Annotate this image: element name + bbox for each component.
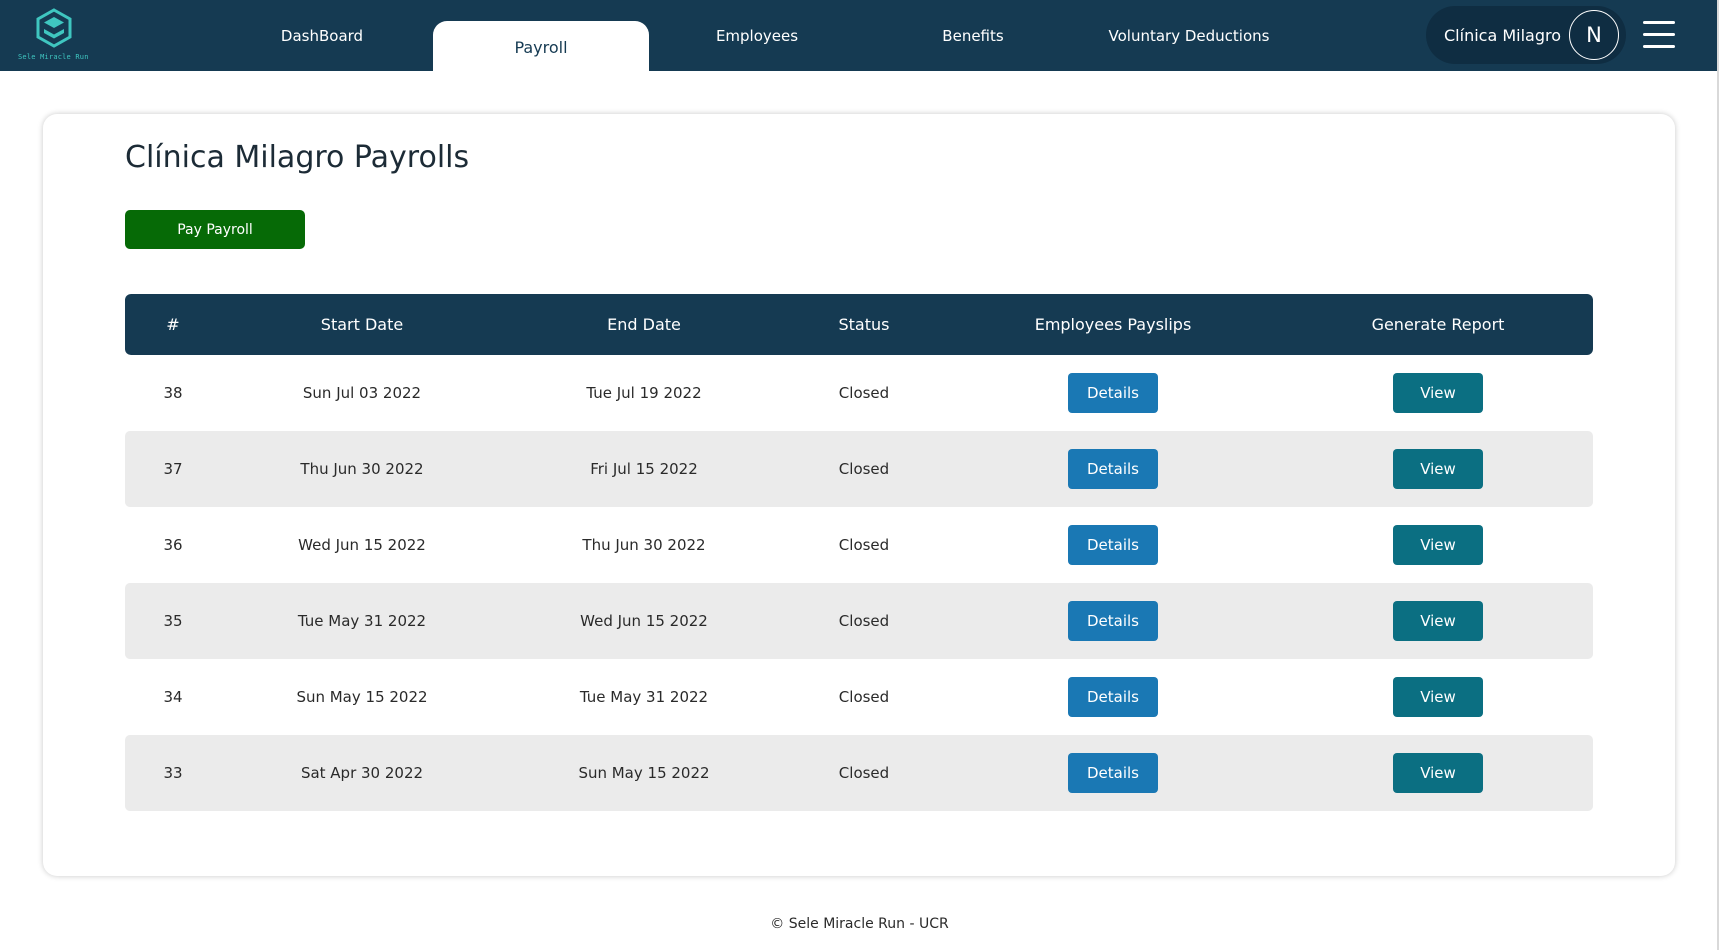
- row-start-date: Sat Apr 30 2022: [300, 764, 424, 782]
- nav-benefits[interactable]: Benefits: [865, 0, 1081, 71]
- header-number: #: [166, 315, 180, 334]
- row-status: Closed: [838, 688, 890, 706]
- nav-payroll[interactable]: Payroll: [433, 21, 649, 71]
- nav-dashboard[interactable]: DashBoard: [214, 0, 430, 71]
- row-number: 35: [163, 612, 183, 630]
- details-button[interactable]: Details: [1068, 525, 1158, 565]
- view-report-button[interactable]: View: [1393, 601, 1483, 641]
- details-button[interactable]: Details: [1068, 677, 1158, 717]
- details-button[interactable]: Details: [1068, 753, 1158, 793]
- header-start-date: Start Date: [320, 315, 404, 334]
- view-report-button[interactable]: View: [1393, 753, 1483, 793]
- row-start-date: Thu Jun 30 2022: [300, 460, 424, 478]
- pay-payroll-button[interactable]: Pay Payroll: [125, 210, 305, 249]
- header-end-date: End Date: [607, 315, 681, 334]
- row-status: Closed: [838, 384, 890, 402]
- hamburger-icon[interactable]: [1643, 21, 1675, 49]
- details-button[interactable]: Details: [1068, 601, 1158, 641]
- table-row: 35 Tue May 31 2022 Wed Jun 15 2022 Close…: [125, 583, 1593, 659]
- company-name: Clínica Milagro: [1444, 25, 1562, 45]
- row-start-date: Tue May 31 2022: [297, 612, 427, 630]
- payrolls-table: # Start Date End Date Status Employees P…: [125, 294, 1593, 811]
- table-row: 34 Sun May 15 2022 Tue May 31 2022 Close…: [125, 659, 1593, 735]
- row-start-date: Sun Jul 03 2022: [302, 384, 422, 402]
- brand-logo[interactable]: Sele Miracle Run: [14, 8, 94, 64]
- payroll-page: Sele Miracle Run DashBoard Payroll Emplo…: [0, 0, 1719, 950]
- row-end-date: Thu Jun 30 2022: [582, 536, 706, 554]
- header-employees-payslips: Employees Payslips: [1034, 315, 1192, 334]
- row-number: 33: [163, 764, 183, 782]
- row-start-date: Sun May 15 2022: [296, 688, 428, 706]
- row-status: Closed: [838, 536, 890, 554]
- view-report-button[interactable]: View: [1393, 525, 1483, 565]
- row-end-date: Fri Jul 15 2022: [590, 460, 698, 478]
- row-number: 36: [163, 536, 183, 554]
- row-start-date: Wed Jun 15 2022: [298, 536, 426, 554]
- row-end-date: Tue May 31 2022: [579, 688, 709, 706]
- row-number: 37: [163, 460, 183, 478]
- header-generate-report: Generate Report: [1371, 315, 1505, 334]
- row-end-date: Wed Jun 15 2022: [580, 612, 708, 630]
- view-report-button[interactable]: View: [1393, 449, 1483, 489]
- row-status: Closed: [838, 764, 890, 782]
- row-number: 38: [163, 384, 183, 402]
- table-row: 37 Thu Jun 30 2022 Fri Jul 15 2022 Close…: [125, 431, 1593, 507]
- row-status: Closed: [838, 612, 890, 630]
- table-header: # Start Date End Date Status Employees P…: [125, 294, 1593, 355]
- nav-employees[interactable]: Employees: [649, 0, 865, 71]
- view-report-button[interactable]: View: [1393, 373, 1483, 413]
- table-row: 33 Sat Apr 30 2022 Sun May 15 2022 Close…: [125, 735, 1593, 811]
- details-button[interactable]: Details: [1068, 449, 1158, 489]
- header-status: Status: [838, 315, 890, 334]
- page-title: Clínica Milagro Payrolls: [125, 140, 470, 175]
- view-report-button[interactable]: View: [1393, 677, 1483, 717]
- brand-name: Sele Miracle Run: [18, 53, 89, 61]
- table-row: 38 Sun Jul 03 2022 Tue Jul 19 2022 Close…: [125, 355, 1593, 431]
- logo-icon: [36, 8, 72, 48]
- row-end-date: Tue Jul 19 2022: [586, 384, 702, 402]
- table-row: 36 Wed Jun 15 2022 Thu Jun 30 2022 Close…: [125, 507, 1593, 583]
- user-menu[interactable]: Clínica Milagro N: [1426, 6, 1626, 64]
- details-button[interactable]: Details: [1068, 373, 1158, 413]
- avatar[interactable]: N: [1569, 10, 1619, 60]
- row-status: Closed: [838, 460, 890, 478]
- nav-voluntary-deductions[interactable]: Voluntary Deductions: [1081, 0, 1297, 71]
- top-navbar: Sele Miracle Run DashBoard Payroll Emplo…: [0, 0, 1719, 71]
- payrolls-card: Clínica Milagro Payrolls Pay Payroll # S…: [43, 114, 1675, 876]
- row-number: 34: [163, 688, 183, 706]
- row-end-date: Sun May 15 2022: [578, 764, 710, 782]
- footer-copyright: © Sele Miracle Run - UCR: [770, 916, 949, 932]
